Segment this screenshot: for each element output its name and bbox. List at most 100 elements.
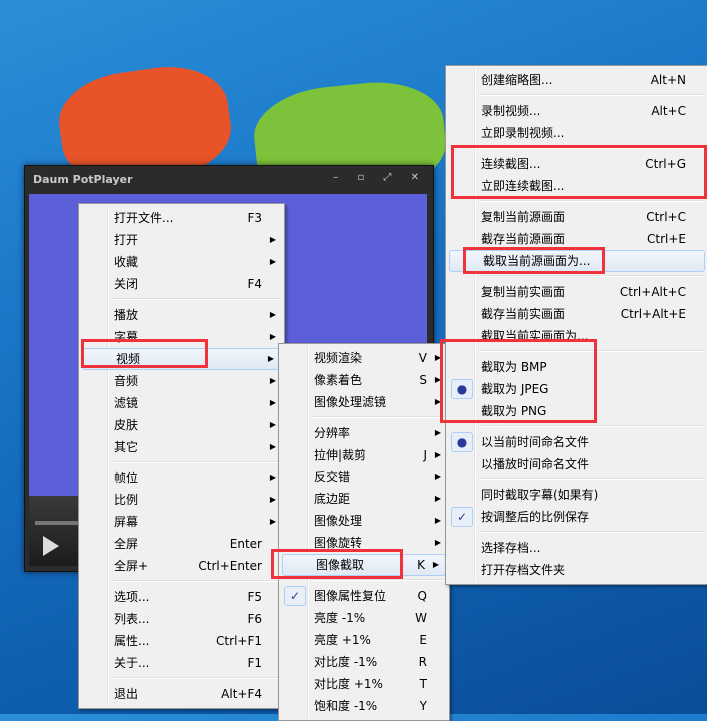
menu-item[interactable]: 打开文件... F3 bbox=[81, 207, 282, 229]
menu-item[interactable]: 打开 ▶ bbox=[81, 229, 282, 251]
menu-item[interactable]: 拉伸|裁剪 J ▶ bbox=[281, 444, 447, 466]
menu-item-shortcut: Alt+N bbox=[650, 73, 686, 87]
menu-item-label: 反交错 bbox=[314, 470, 351, 484]
menu-item[interactable]: 选择存档... bbox=[448, 537, 706, 559]
menu-separator bbox=[478, 425, 704, 427]
menu-item-label: 截取为 BMP bbox=[481, 360, 547, 374]
menu-item[interactable]: 视频渲染 V ▶ bbox=[281, 347, 447, 369]
menu-item-label: 滤镜 bbox=[114, 396, 139, 410]
menu-item-label: 亮度 -1% bbox=[314, 611, 366, 625]
menu-item[interactable]: 属性... Ctrl+F1 bbox=[81, 630, 282, 652]
menu-item[interactable]: 屏幕 ▶ bbox=[81, 511, 282, 533]
window-title[interactable]: Daum PotPlayer bbox=[33, 173, 133, 186]
menu-item[interactable]: 全屏 Enter bbox=[81, 533, 282, 555]
context-menu-capture: 创建缩略图... Alt+N 录制视频... Alt+C 立即录制视频... 连续截图..… bbox=[445, 65, 707, 585]
submenu-arrow-icon: ▶ bbox=[269, 442, 276, 451]
menu-item[interactable]: 图像处理 ▶ bbox=[281, 510, 447, 532]
submenu-arrow-icon: ▶ bbox=[269, 235, 276, 244]
check-icon: ✓ bbox=[284, 586, 306, 606]
menu-item[interactable]: 图像截取 K ▶ bbox=[282, 554, 446, 576]
menu-item[interactable]: ● 截取为 JPEG bbox=[448, 378, 706, 400]
menu-item-label: 打开 bbox=[114, 233, 139, 247]
menu-item[interactable]: 录制视频... Alt+C bbox=[448, 100, 706, 122]
menu-item-label: 图像旋转 bbox=[314, 536, 363, 550]
menu-item[interactable]: 截存当前实画面 Ctrl+Alt+E bbox=[448, 303, 706, 325]
menu-item[interactable]: 对比度 +1% T bbox=[281, 673, 447, 695]
menu-item-label: 饱和度 -1% bbox=[314, 699, 378, 713]
submenu-arrow-icon: ▶ bbox=[269, 420, 276, 429]
submenu-arrow-icon: ▶ bbox=[267, 354, 274, 363]
menu-item[interactable]: 创建缩略图... Alt+N bbox=[448, 69, 706, 91]
menu-item[interactable]: 图像处理滤镜 ▶ bbox=[281, 391, 447, 413]
menu-item[interactable]: 以播放时间命名文件 bbox=[448, 453, 706, 475]
menu-item-label: 连续截图... bbox=[481, 157, 541, 171]
menu-item-label: 音频 bbox=[114, 374, 139, 388]
menu-item[interactable]: 立即录制视频... bbox=[448, 122, 706, 144]
menu-separator bbox=[111, 677, 280, 679]
menu-item[interactable]: 截取当前源画面为... bbox=[449, 250, 705, 272]
menu-item[interactable]: ✓ 按调整后的比例保存 bbox=[448, 506, 706, 528]
menu-item-shortcut: Ctrl+C bbox=[646, 210, 686, 224]
submenu-arrow-icon: ▶ bbox=[269, 257, 276, 266]
radio-dot-icon: ● bbox=[451, 432, 473, 452]
menu-item[interactable]: 复制当前实画面 Ctrl+Alt+C bbox=[448, 281, 706, 303]
menu-item-shortcut: F6 bbox=[247, 612, 262, 626]
menu-item[interactable]: 截存当前源画面 Ctrl+E bbox=[448, 228, 706, 250]
menu-item-label: 对比度 -1% bbox=[314, 655, 378, 669]
menu-item-label: 截取为 JPEG bbox=[481, 382, 549, 396]
menu-item-label: 属性... bbox=[114, 634, 150, 648]
menu-item-label: 打开存档文件夹 bbox=[481, 563, 566, 577]
submenu-arrow-icon: ▶ bbox=[269, 332, 276, 341]
menu-item[interactable]: 截取为 BMP bbox=[448, 356, 706, 378]
menu-item-label: 屏幕 bbox=[114, 515, 139, 529]
menu-item[interactable]: 图像旋转 ▶ bbox=[281, 532, 447, 554]
menu-item-shortcut: S bbox=[419, 373, 427, 387]
menu-item-shortcut: K bbox=[417, 558, 425, 572]
menu-item[interactable]: ✓ 图像属性复位 Q bbox=[281, 585, 447, 607]
menu-item[interactable]: 对比度 -1% R bbox=[281, 651, 447, 673]
window-controls[interactable]: – ▫ ⤢ ✕ bbox=[333, 172, 427, 183]
menu-item[interactable]: 像素着色 S ▶ bbox=[281, 369, 447, 391]
menu-item[interactable]: 字幕 ▶ bbox=[81, 326, 282, 348]
menu-item[interactable]: 亮度 +1% E bbox=[281, 629, 447, 651]
menu-item[interactable]: 滤镜 ▶ bbox=[81, 392, 282, 414]
menu-item[interactable]: 视频 ▶ bbox=[82, 348, 281, 370]
context-menu-main: 打开文件... F3 打开 ▶ 收藏 ▶ 关闭 F4 播放 ▶ 字幕 ▶ 视频 ▶ 音频 ▶ 滤镜 ▶ 皮肤 ▶ 其它 ▶… bbox=[78, 203, 285, 709]
menu-item-label: 其它 bbox=[114, 440, 139, 454]
menu-item[interactable]: 关于... F1 bbox=[81, 652, 282, 674]
menu-item-shortcut: Ctrl+F1 bbox=[216, 634, 262, 648]
menu-item[interactable]: 音频 ▶ bbox=[81, 370, 282, 392]
menu-item[interactable]: 其它 ▶ bbox=[81, 436, 282, 458]
play-icon[interactable] bbox=[43, 536, 59, 556]
menu-item[interactable]: 亮度 -1% W bbox=[281, 607, 447, 629]
menu-separator bbox=[478, 478, 704, 480]
menu-item[interactable]: 帧位 ▶ bbox=[81, 467, 282, 489]
menu-item[interactable]: 关闭 F4 bbox=[81, 273, 282, 295]
menu-item[interactable]: 复制当前源画面 Ctrl+C bbox=[448, 206, 706, 228]
menu-item[interactable]: 比例 ▶ bbox=[81, 489, 282, 511]
menu-item[interactable]: 列表... F6 bbox=[81, 608, 282, 630]
menu-item-label: 立即录制视频... bbox=[481, 126, 565, 140]
menu-item[interactable]: 立即连续截图... bbox=[448, 175, 706, 197]
menu-item[interactable]: 同时截取字幕(如果有) bbox=[448, 484, 706, 506]
menu-item[interactable]: 打开存档文件夹 bbox=[448, 559, 706, 581]
menu-item-shortcut: T bbox=[419, 677, 427, 691]
menu-item[interactable]: 选项... F5 bbox=[81, 586, 282, 608]
menu-item[interactable]: 底边距 ▶ bbox=[281, 488, 447, 510]
menu-item[interactable]: 退出 Alt+F4 bbox=[81, 683, 282, 705]
menu-item[interactable]: 连续截图... Ctrl+G bbox=[448, 153, 706, 175]
menu-item[interactable]: 截取当前实画面为... bbox=[448, 325, 706, 347]
menu-item[interactable]: 全屏+ Ctrl+Enter bbox=[81, 555, 282, 577]
menu-item-label: 创建缩略图... bbox=[481, 73, 553, 87]
menu-item[interactable]: 反交错 ▶ bbox=[281, 466, 447, 488]
menu-separator bbox=[478, 200, 704, 202]
menu-item[interactable]: 截取为 PNG bbox=[448, 400, 706, 422]
menu-item[interactable]: 收藏 ▶ bbox=[81, 251, 282, 273]
menu-item[interactable]: 皮肤 ▶ bbox=[81, 414, 282, 436]
menu-item[interactable]: ● 以当前时间命名文件 bbox=[448, 431, 706, 453]
menu-item[interactable]: 播放 ▶ bbox=[81, 304, 282, 326]
menu-item[interactable]: 分辨率 ▶ bbox=[281, 422, 447, 444]
menu-item-label: 播放 bbox=[114, 308, 139, 322]
menu-item-label: 图像截取 bbox=[316, 558, 365, 572]
menu-item-shortcut: F1 bbox=[247, 656, 262, 670]
